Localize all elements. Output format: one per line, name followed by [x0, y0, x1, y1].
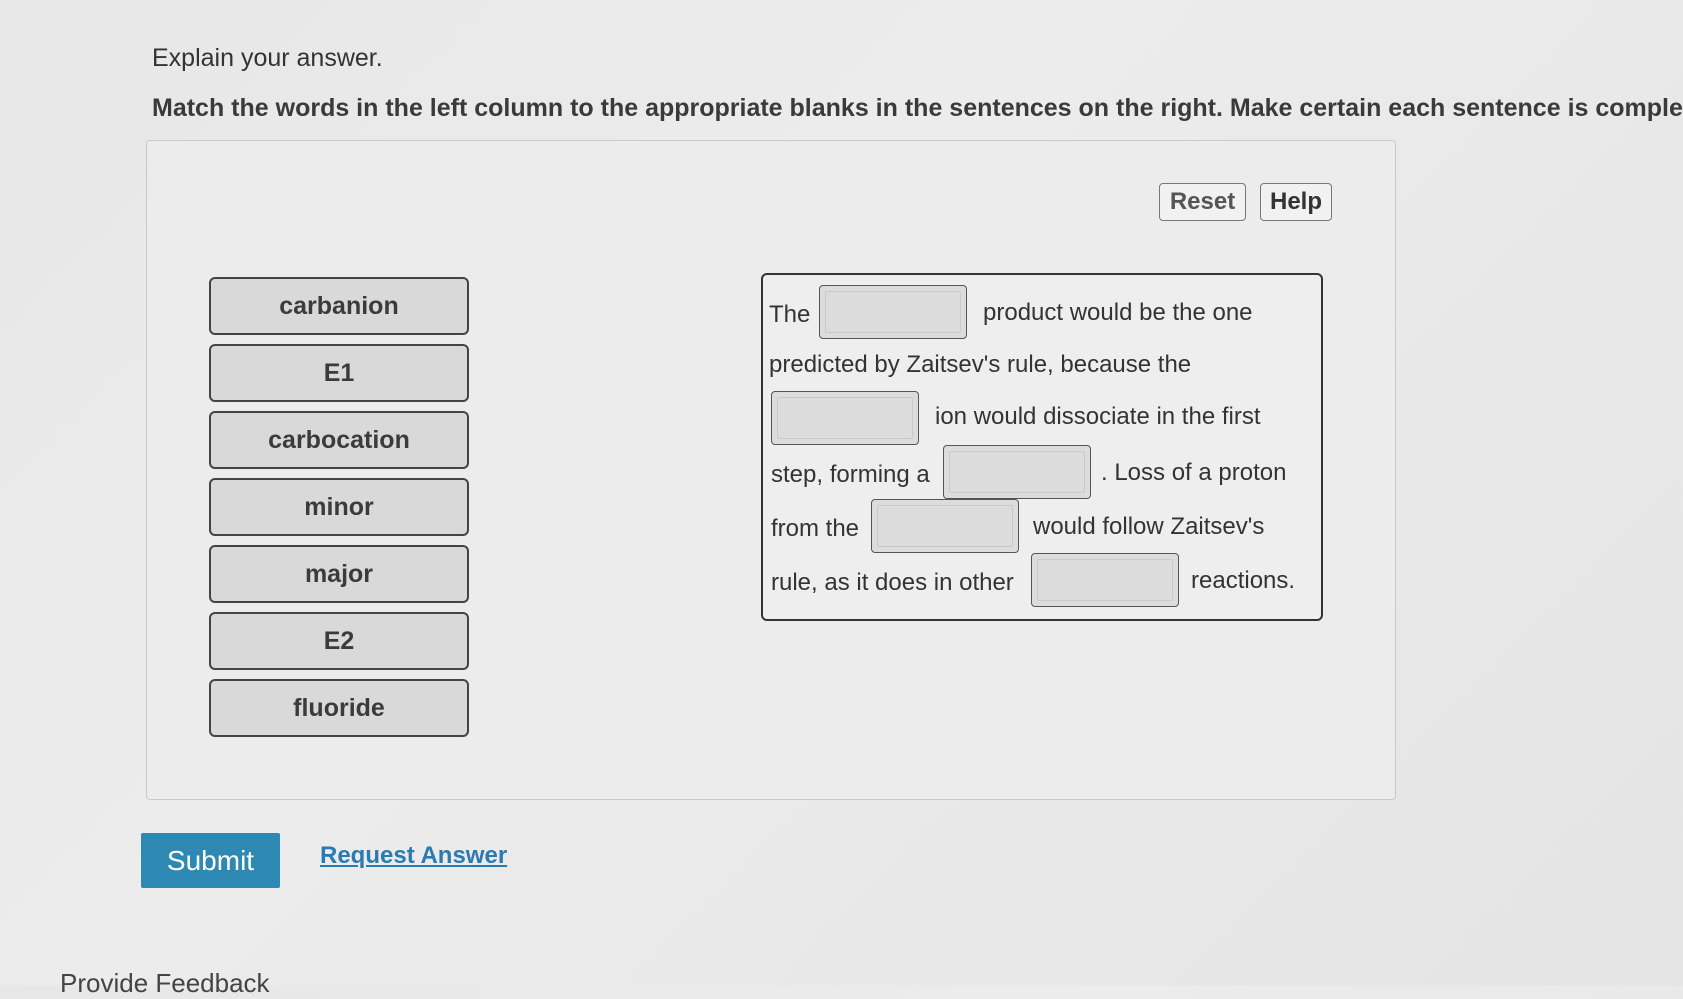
sentence-text: predicted by Zaitsev's rule, because the — [769, 351, 1192, 378]
sentence-area: The product would be the one predicted b… — [761, 273, 1323, 621]
sentence-text: from the — [771, 515, 860, 542]
word-chip-carbocation[interactable]: carbocation — [209, 411, 469, 469]
instructions-text: Match the words in the left column to th… — [152, 94, 1683, 122]
word-chip-fluoride[interactable]: fluoride — [209, 679, 469, 737]
drop-blank-1[interactable] — [819, 285, 967, 339]
word-chip-e1[interactable]: E1 — [209, 344, 469, 402]
drop-blank-3[interactable] — [943, 445, 1091, 499]
sentence-text: The — [769, 301, 811, 328]
word-chip-minor[interactable]: minor — [209, 478, 469, 536]
drop-blank-4[interactable] — [871, 499, 1019, 553]
submit-button[interactable]: Submit — [141, 833, 280, 888]
sentence-text: ion would dissociate in the first — [935, 403, 1261, 430]
matching-panel: Reset Help carbanion E1 carbocation mino… — [146, 140, 1396, 800]
word-chip-carbanion[interactable]: carbanion — [209, 277, 469, 335]
word-chip-e2[interactable]: E2 — [209, 612, 469, 670]
sentence-text: would follow Zaitsev's — [1033, 513, 1265, 540]
provide-feedback-link[interactable]: Provide Feedback — [60, 968, 270, 999]
word-chip-major[interactable]: major — [209, 545, 469, 603]
request-answer-link[interactable]: Request Answer — [320, 842, 507, 870]
sentence-text: step, forming a — [771, 461, 930, 488]
sentence-text: reactions. — [1191, 567, 1296, 594]
reset-button[interactable]: Reset — [1159, 183, 1246, 221]
drop-blank-5[interactable] — [1031, 553, 1179, 607]
sentence-text: product would be the one — [983, 299, 1253, 326]
help-button[interactable]: Help — [1260, 183, 1332, 221]
sentence-text: . Loss of a proton — [1101, 459, 1287, 486]
question-heading: Explain your answer. — [152, 44, 383, 72]
sentence-text: rule, as it does in other — [771, 569, 1014, 596]
drop-blank-2[interactable] — [771, 391, 919, 445]
